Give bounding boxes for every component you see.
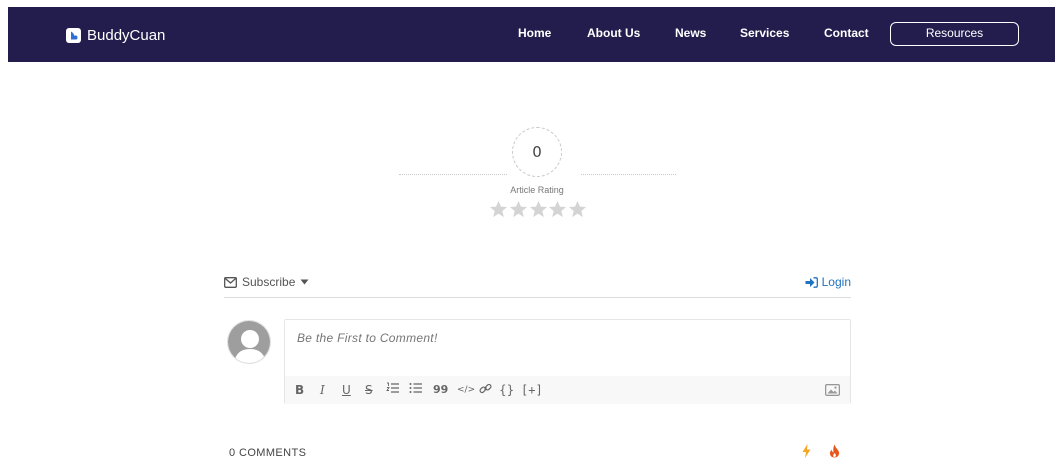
main-nav: Home About Us News Services Contact Reso… <box>8 7 1055 62</box>
resources-button[interactable]: Resources <box>890 22 1019 46</box>
unordered-list-icon[interactable] <box>409 382 423 398</box>
code-block-button[interactable]: {} <box>499 382 514 398</box>
star-rating <box>489 200 587 220</box>
code-button[interactable]: </> <box>457 382 475 398</box>
lightning-icon[interactable] <box>802 444 811 463</box>
nav-services[interactable]: Services <box>740 26 789 40</box>
bold-button[interactable]: B <box>295 382 304 398</box>
link-icon[interactable] <box>479 382 492 399</box>
rating-value: 0 <box>532 143 542 161</box>
avatar <box>227 320 271 364</box>
rating-label: Article Rating <box>510 185 564 195</box>
ordered-list-icon[interactable] <box>386 382 400 398</box>
nav-home[interactable]: Home <box>518 26 551 40</box>
image-icon[interactable] <box>825 383 840 401</box>
flame-icon[interactable] <box>829 444 840 463</box>
rating-value-circle: 0 <box>512 127 562 177</box>
sign-in-icon <box>805 276 818 288</box>
comment-input[interactable] <box>297 331 837 345</box>
subscribe-bar: Subscribe Login <box>224 270 851 298</box>
star-icon-1[interactable] <box>489 200 508 219</box>
rating-divider-right <box>581 174 676 175</box>
spoiler-button[interactable]: [+] <box>521 382 543 398</box>
editor-toolbar: B I U S 99 </> {} [+] <box>285 376 850 404</box>
rating-divider-left <box>399 174 507 175</box>
star-icon-4[interactable] <box>548 200 567 219</box>
caret-down-icon <box>300 279 309 285</box>
envelope-icon <box>224 276 237 288</box>
comment-editor: B I U S 99 </> {} [+] <box>284 319 851 404</box>
page: BuddyCuan Home About Us News Services Co… <box>0 0 1059 464</box>
underline-button[interactable]: U <box>342 382 351 398</box>
login-link[interactable]: Login <box>805 275 851 289</box>
nav-news[interactable]: News <box>675 26 706 40</box>
nav-contact[interactable]: Contact <box>824 26 869 40</box>
nav-about-us[interactable]: About Us <box>587 26 640 40</box>
strikethrough-button[interactable]: S <box>365 382 373 398</box>
star-icon-5[interactable] <box>568 200 587 219</box>
blockquote-button[interactable]: 99 <box>433 382 448 398</box>
italic-button[interactable]: I <box>320 382 325 398</box>
star-icon-3[interactable] <box>529 200 548 219</box>
comments-count: 0 COMMENTS <box>229 447 307 459</box>
top-navbar: BuddyCuan Home About Us News Services Co… <box>8 7 1055 62</box>
subscribe-label: Subscribe <box>242 275 296 289</box>
login-label: Login <box>821 275 851 289</box>
default-user-icon <box>228 321 270 363</box>
star-icon-2[interactable] <box>509 200 528 219</box>
subscribe-dropdown[interactable]: Subscribe <box>224 275 309 289</box>
